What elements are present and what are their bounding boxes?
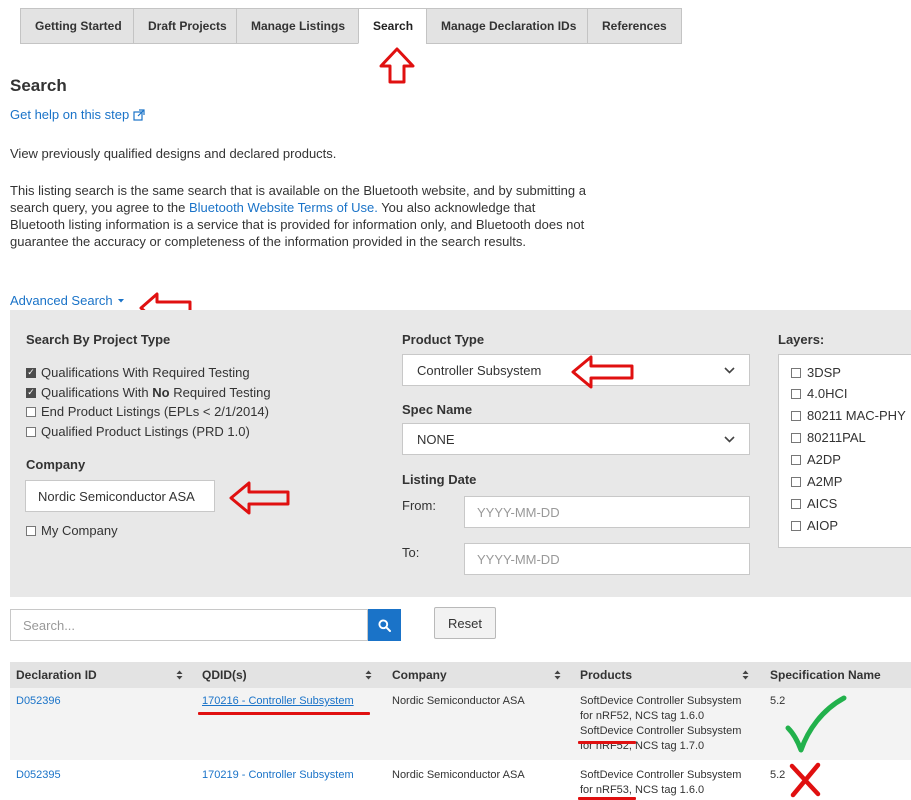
declaration-id-link[interactable]: D052396 (16, 694, 61, 709)
listing-date-heading: Listing Date (402, 472, 477, 487)
date-to-input[interactable]: YYYY-MM-DD (464, 543, 750, 575)
terms-of-use-link[interactable]: Bluetooth Website Terms of Use. (189, 200, 378, 215)
tab-search[interactable]: Search (358, 8, 427, 44)
spec-name-select[interactable]: NONE (402, 423, 750, 455)
checkbox-icon[interactable] (791, 454, 801, 465)
checkbox-checked-icon[interactable]: ✓ (26, 387, 36, 398)
date-to-label: To: (402, 545, 420, 560)
products-cell: SoftDevice Controller Subsystem for nRF5… (580, 769, 742, 796)
layer-option[interactable]: A2MP (791, 474, 842, 489)
spec-cell: 5.2 (770, 695, 786, 707)
layers-heading: Layers: (778, 332, 825, 347)
layer-option[interactable]: 80211PAL (791, 430, 866, 445)
column-header-qdid[interactable]: QDID(s) (202, 662, 247, 688)
project-type-heading: Search By Project Type (26, 332, 171, 347)
company-cell: Nordic Semiconductor ASA (392, 695, 525, 707)
tab-manage-listings[interactable]: Manage Listings (236, 8, 359, 44)
qdid-link[interactable]: 170216 - Controller Subsystem (202, 694, 354, 709)
column-header-company[interactable]: Company (392, 662, 447, 688)
legal-text: This listing search is the same search t… (10, 183, 586, 249)
tab-references[interactable]: References (587, 8, 682, 44)
tab-getting-started[interactable]: Getting Started (20, 8, 134, 44)
date-from-input[interactable]: YYYY-MM-DD (464, 496, 750, 528)
annotation-arrow-left-icon (571, 355, 634, 389)
caret-down-icon (117, 298, 124, 302)
intro-text: View previously qualified designs and de… (10, 146, 337, 161)
checkbox-icon[interactable] (791, 498, 801, 509)
layer-option[interactable]: 4.0HCI (791, 386, 847, 401)
chevron-down-icon (724, 366, 735, 374)
project-type-option-required-testing[interactable]: ✓ Qualifications With Required Testing (26, 365, 250, 380)
tab-draft-projects[interactable]: Draft Projects (133, 8, 237, 44)
page-title: Search (10, 76, 67, 95)
layer-option[interactable]: A2DP (791, 452, 841, 467)
help-link[interactable]: Get help on this step (10, 107, 145, 122)
annotation-underline (198, 712, 370, 715)
qdid-link[interactable]: 170219 - Controller Subsystem (202, 768, 354, 783)
search-icon (378, 618, 391, 632)
cross-annotation-icon (789, 762, 821, 798)
layer-option[interactable]: AICS (791, 496, 837, 511)
checkbox-icon[interactable] (26, 406, 36, 417)
column-header-products[interactable]: Products (580, 662, 632, 688)
search-input[interactable]: Search... (10, 609, 368, 641)
table-header: Declaration ID QDID(s) Company Products … (10, 662, 911, 688)
product-type-heading: Product Type (402, 332, 485, 347)
layer-option[interactable]: 80211 MAC-PHY (791, 408, 906, 423)
checkbox-icon[interactable] (791, 476, 801, 487)
column-header-declaration-id[interactable]: Declaration ID (16, 662, 97, 688)
spec-cell: 5.2 (770, 769, 786, 781)
sort-icon[interactable] (742, 662, 749, 688)
chevron-down-icon (724, 435, 735, 443)
checkbox-icon[interactable] (791, 520, 801, 531)
checkbox-icon[interactable] (791, 388, 801, 399)
tab-manage-declaration-ids[interactable]: Manage Declaration IDs (426, 8, 588, 44)
company-input[interactable]: Nordic Semiconductor ASA (25, 480, 215, 512)
reset-button[interactable]: Reset (434, 607, 496, 639)
column-header-specification-name[interactable]: Specification Name (770, 662, 881, 688)
company-cell: Nordic Semiconductor ASA (392, 769, 525, 781)
annotation-arrow-up-icon (379, 47, 415, 84)
layer-option[interactable]: 3DSP (791, 365, 841, 380)
sort-icon[interactable] (365, 662, 372, 688)
layer-option[interactable]: AIOP (791, 518, 838, 533)
search-button[interactable] (368, 609, 401, 641)
table-row: D052395 170219 - Controller Subsystem No… (10, 760, 911, 800)
layers-list[interactable]: 3DSP 4.0HCI 80211 MAC-PHY 80211PAL A2DP … (778, 354, 911, 548)
tab-bar: Getting Started Draft Projects Manage Li… (20, 8, 682, 44)
external-link-icon (133, 108, 145, 121)
advanced-search-panel: Search By Project Type ✓ Qualifications … (10, 310, 911, 597)
checkmark-annotation-icon (785, 695, 847, 753)
checkbox-icon[interactable] (26, 426, 36, 437)
advanced-search-toggle[interactable]: Advanced Search (10, 293, 125, 308)
my-company-option[interactable]: My Company (26, 523, 118, 538)
annotation-underline (578, 741, 636, 744)
sort-icon[interactable] (554, 662, 561, 688)
checkbox-icon[interactable] (791, 367, 801, 378)
checkbox-icon[interactable] (791, 432, 801, 443)
annotation-arrow-left-icon (229, 481, 290, 515)
date-from-label: From: (402, 498, 436, 513)
table-row: D052396 170216 - Controller Subsystem No… (10, 688, 911, 760)
project-type-option-qpl[interactable]: Qualified Product Listings (PRD 1.0) (26, 424, 250, 439)
spec-name-heading: Spec Name (402, 402, 473, 417)
products-cell: SoftDevice Controller Subsystem for nRF5… (580, 695, 742, 752)
checkbox-checked-icon[interactable]: ✓ (26, 367, 36, 378)
project-type-option-no-required-testing[interactable]: ✓ Qualifications With No Required Testin… (26, 385, 271, 400)
company-heading: Company (26, 457, 86, 472)
checkbox-icon[interactable] (26, 525, 36, 536)
sort-icon[interactable] (176, 662, 183, 688)
project-type-option-epl[interactable]: End Product Listings (EPLs < 2/1/2014) (26, 404, 269, 419)
checkbox-icon[interactable] (791, 410, 801, 421)
declaration-id-link[interactable]: D052395 (16, 768, 61, 783)
